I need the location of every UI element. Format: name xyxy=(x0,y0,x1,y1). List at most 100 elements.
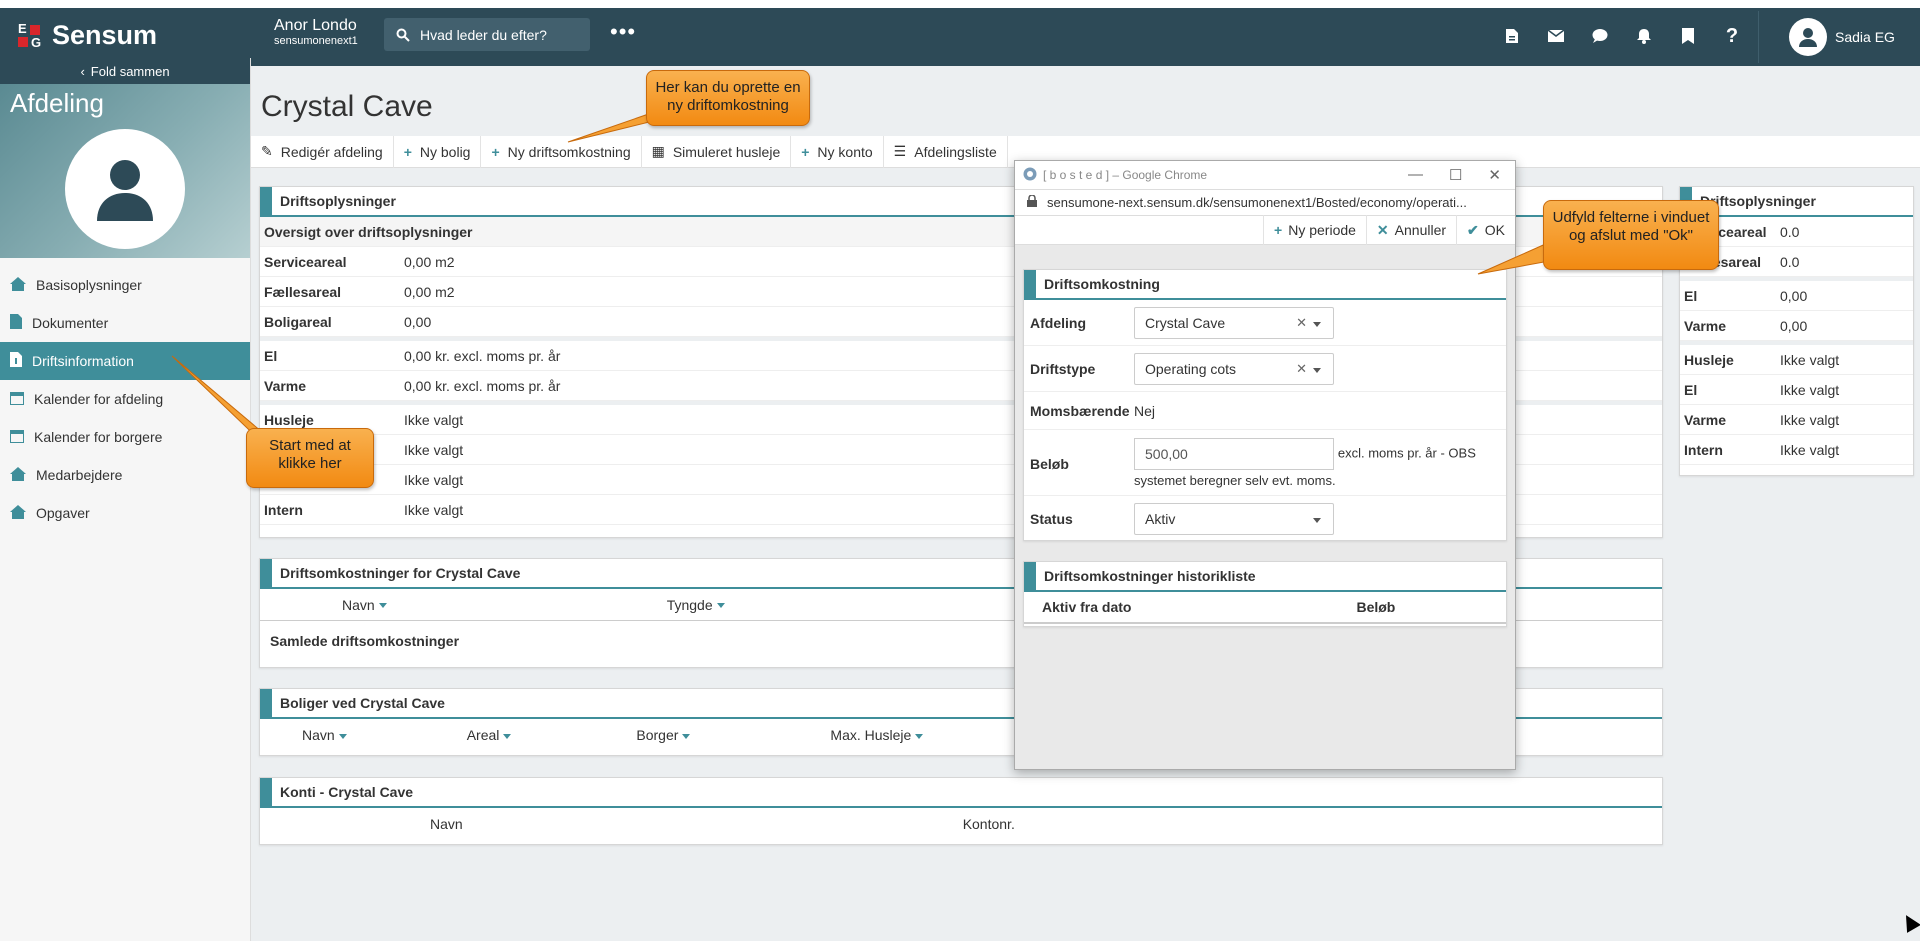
department-avatar-icon xyxy=(65,129,185,249)
cost-form-title: Driftsomkostning xyxy=(1024,270,1506,300)
vat-field: Momsbærende Nej xyxy=(1024,392,1506,430)
chat-icon[interactable] xyxy=(1586,22,1614,50)
dropdown-caret-icon xyxy=(1313,367,1321,373)
new-account-button[interactable]: + Ny konto xyxy=(791,135,884,168)
simulated-rent-label: Simuleret husleje xyxy=(672,143,781,160)
sidebar-item-opgaver[interactable]: Opgaver xyxy=(0,494,250,532)
row-key: Intern xyxy=(264,501,303,518)
search-placeholder: Hvad leder du efter? xyxy=(420,26,547,43)
edit-department-button[interactable]: ✎ Redigér afdeling xyxy=(251,135,394,168)
new-period-button[interactable]: + Ny periode xyxy=(1263,215,1366,245)
amount-input[interactable] xyxy=(1134,438,1334,470)
lock-icon xyxy=(1027,194,1037,210)
sidebar-item-kalender-borgere[interactable]: Kalender for borgere xyxy=(0,418,250,456)
cancel-button[interactable]: ✕ Annuller xyxy=(1365,215,1456,245)
accounts-table-header: Navn Kontonr. xyxy=(260,808,1662,840)
status-field: Status Aktiv xyxy=(1024,496,1506,542)
sidebar-item-driftsinformation[interactable]: Driftsinformation xyxy=(0,342,250,380)
row-value: 0,00 m2 xyxy=(404,283,455,300)
clear-icon[interactable]: ✕ xyxy=(1296,315,1307,331)
row-value: Ikke valgt xyxy=(1780,411,1840,428)
ok-button[interactable]: ✔ OK xyxy=(1456,215,1515,245)
row-key: Intern xyxy=(1684,441,1723,458)
new-cost-label: Ny driftsomkostning xyxy=(507,143,631,160)
sidebar-item-label: Medarbejdere xyxy=(36,467,123,483)
vat-value: Nej xyxy=(1134,402,1156,419)
department-list-button[interactable]: ☰ Afdelingsliste xyxy=(884,135,1008,168)
info-doc-icon xyxy=(10,352,22,370)
help-icon[interactable]: ? xyxy=(1718,22,1746,50)
new-housing-label: Ny bolig xyxy=(419,143,471,160)
column-header-name[interactable]: Navn xyxy=(302,727,347,743)
minimize-icon[interactable]: — xyxy=(1408,166,1423,184)
table-row: Varme Ikke valgt xyxy=(1680,405,1913,435)
column-header-max-rent[interactable]: Max. Husleje xyxy=(830,727,924,743)
history-col-date[interactable]: Aktiv fra dato xyxy=(1042,599,1131,615)
close-icon: ✕ xyxy=(1376,221,1389,238)
new-housing-button[interactable]: + Ny bolig xyxy=(394,135,482,168)
mail-icon[interactable] xyxy=(1542,22,1570,50)
sidebar-item-medarbejdere[interactable]: Medarbejdere xyxy=(0,456,250,494)
new-cost-button[interactable]: + Ny driftsomkostning xyxy=(481,135,642,168)
plus-icon: + xyxy=(801,143,810,160)
plus-icon: + xyxy=(1274,222,1283,238)
history-col-amount[interactable]: Beløb xyxy=(1356,599,1395,615)
column-header-name[interactable]: Navn xyxy=(430,816,463,832)
top-bar: EG Sensum Anor Londo sensumonenext1 Hvad… xyxy=(0,8,1920,66)
search-icon xyxy=(396,28,410,42)
chevron-left-icon: ‹ xyxy=(80,63,85,79)
row-value: Ikke valgt xyxy=(404,471,464,488)
column-header-name[interactable]: Navn xyxy=(342,597,387,613)
list-icon: ☰ xyxy=(893,143,907,159)
sidebar-item-label: Driftsinformation xyxy=(32,353,134,369)
search-box[interactable]: Hvad leder du efter? xyxy=(384,18,590,51)
department-list-label: Afdelingsliste xyxy=(914,143,997,160)
row-value: 0.0 xyxy=(1780,253,1800,270)
sidebar-item-kalender-afdeling[interactable]: Kalender for afdeling xyxy=(0,380,250,418)
fold-button[interactable]: ‹ Fold sammen xyxy=(0,58,250,84)
user-menu[interactable]: Sadia EG xyxy=(1758,11,1920,63)
column-header-area[interactable]: Areal xyxy=(467,727,512,743)
sidebar-item-basisoplysninger[interactable]: Basisoplysninger xyxy=(0,266,250,304)
maximize-icon[interactable]: ☐ xyxy=(1449,166,1462,184)
bookmark-icon[interactable] xyxy=(1674,22,1702,50)
accounts-panel-title: Konti - Crystal Cave xyxy=(260,778,1662,808)
sensum-logo[interactable]: EG Sensum xyxy=(18,20,157,51)
row-key: Fællesareal xyxy=(264,283,342,300)
type-select[interactable]: Operating cots ✕ xyxy=(1134,352,1334,385)
table-row: El Ikke valgt xyxy=(1680,375,1913,405)
home-icon xyxy=(10,276,26,294)
plus-icon: + xyxy=(491,143,500,160)
org-selector[interactable]: Anor Londo sensumonenext1 xyxy=(274,17,358,47)
row-value: Ikke valgt xyxy=(404,441,464,458)
row-key: Husleje xyxy=(264,411,314,428)
sidebar-item-label: Kalender for borgere xyxy=(34,429,163,445)
afdeling-label: Afdeling xyxy=(1030,314,1086,331)
row-value: Ikke valgt xyxy=(1780,351,1840,368)
popup-url-bar[interactable]: sensumone-next.sensum.dk/sensumonenext1/… xyxy=(1015,189,1515,215)
sort-caret-icon xyxy=(716,603,725,609)
simulated-rent-button[interactable]: ▦ Simuleret husleje xyxy=(642,135,792,168)
row-value: Ikke valgt xyxy=(1780,441,1840,458)
row-key: Varme xyxy=(1684,411,1727,428)
sidebar-item-dokumenter[interactable]: Dokumenter xyxy=(0,304,250,342)
close-icon[interactable]: ✕ xyxy=(1488,166,1501,184)
dropdown-caret-icon xyxy=(1313,518,1321,523)
dropdown-caret-icon xyxy=(1313,321,1321,327)
popup-titlebar: [ b o s t e d ] – Google Chrome — ☐ ✕ xyxy=(1015,161,1515,189)
document-icon[interactable] xyxy=(1498,22,1526,50)
sort-caret-icon xyxy=(682,733,691,739)
clear-icon[interactable]: ✕ xyxy=(1296,361,1307,377)
column-header-account-no[interactable]: Kontonr. xyxy=(963,816,1015,832)
column-header-citizen[interactable]: Borger xyxy=(636,727,691,743)
bell-icon[interactable] xyxy=(1630,22,1658,50)
home-icon xyxy=(10,466,26,484)
more-options-button[interactable]: ••• xyxy=(610,21,636,43)
afdeling-field: Afdeling Crystal Cave ✕ xyxy=(1024,300,1506,346)
column-header-weight[interactable]: Tyngde xyxy=(667,597,725,613)
ok-label: OK xyxy=(1484,222,1505,238)
popup-url: sensumone-next.sensum.dk/sensumonenext1/… xyxy=(1047,195,1467,210)
status-select[interactable]: Aktiv xyxy=(1134,503,1334,535)
chrome-icon xyxy=(1023,167,1037,184)
afdeling-select[interactable]: Crystal Cave ✕ xyxy=(1134,306,1334,339)
